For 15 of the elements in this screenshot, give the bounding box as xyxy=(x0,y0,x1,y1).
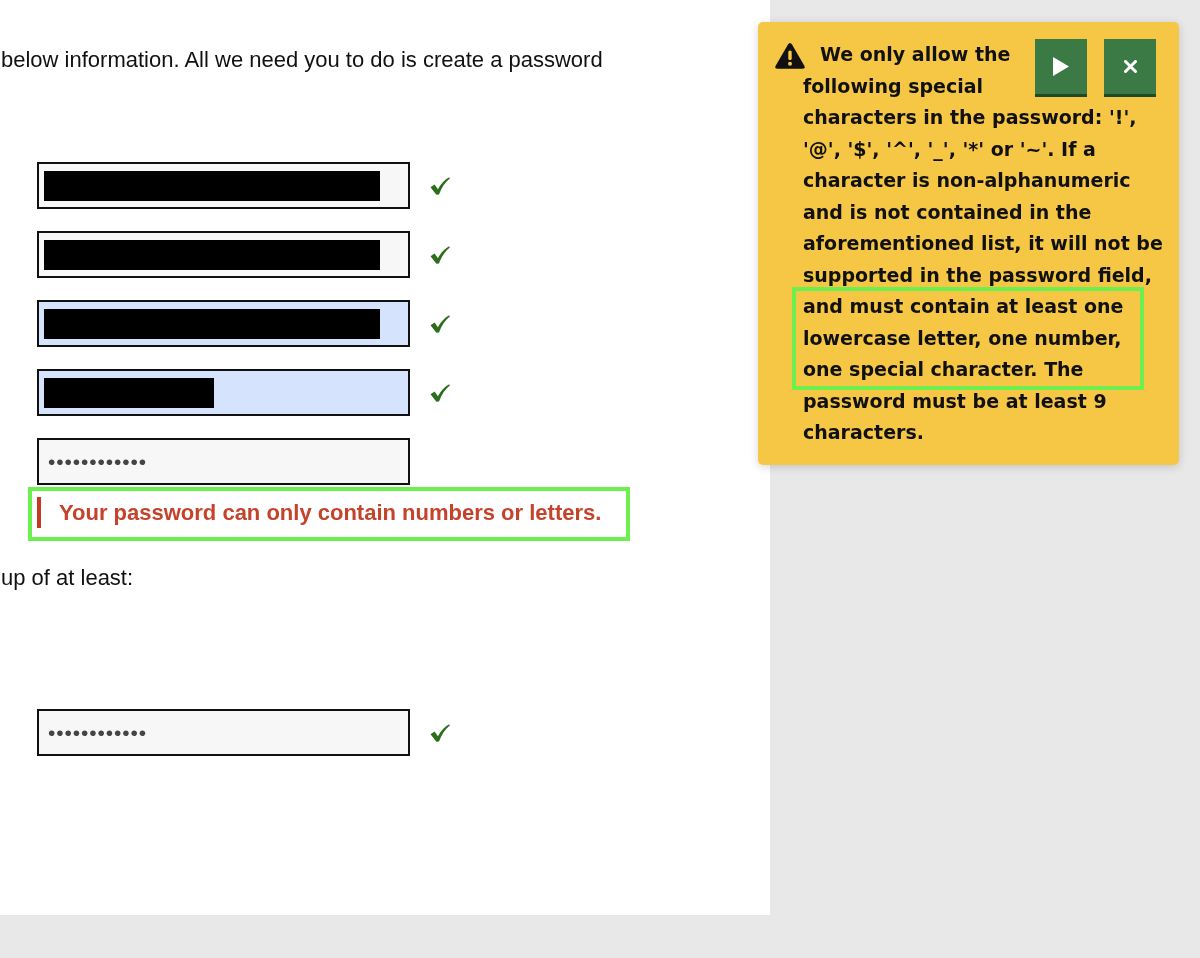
warning-text: password must be at least 9 characters. xyxy=(803,388,1108,445)
password-field[interactable]: •••••••••••• xyxy=(37,438,410,485)
close-icon xyxy=(1123,60,1137,73)
input-field[interactable] xyxy=(37,231,410,278)
play-icon xyxy=(1053,57,1069,76)
warning-icon xyxy=(775,42,805,70)
input-field[interactable] xyxy=(37,300,410,347)
close-button[interactable] xyxy=(1104,39,1156,97)
play-button[interactable] xyxy=(1035,39,1087,97)
requirements-text: up of at least: xyxy=(0,565,134,591)
error-message: Your password can only contain numbers or letters. xyxy=(37,497,626,528)
input-field[interactable] xyxy=(37,369,410,416)
intro-text: below information. All we need you to do is create a password xyxy=(0,47,603,73)
password-field[interactable]: •••••••••••• xyxy=(37,709,410,756)
input-field[interactable] xyxy=(37,162,410,209)
